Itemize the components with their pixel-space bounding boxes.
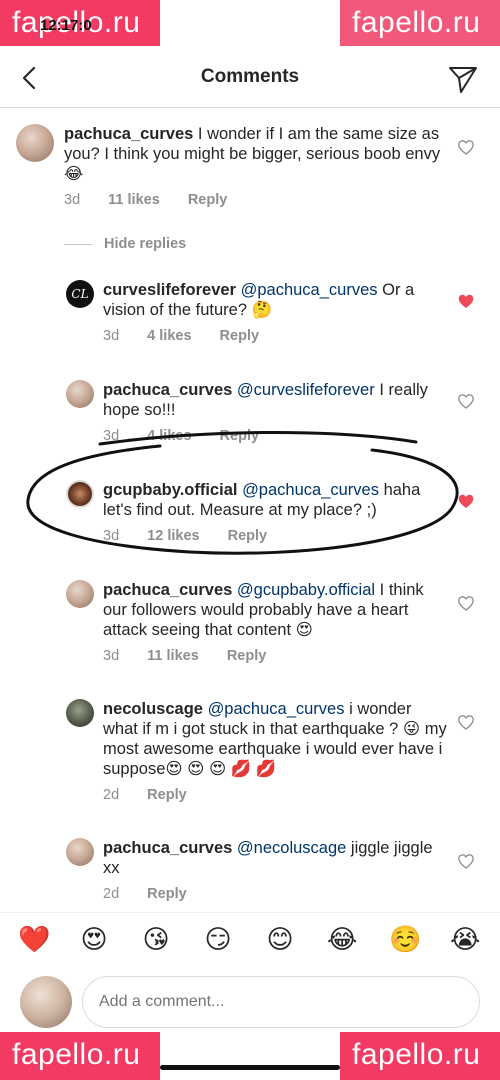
avatar[interactable]	[16, 124, 54, 162]
comment-age: 3d	[103, 528, 120, 544]
status-time: 12:17:0	[40, 17, 92, 34]
emoji-smile-button[interactable]: 😊	[265, 925, 295, 955]
avatar-text: CL	[71, 287, 89, 301]
comment-age: 3d	[103, 428, 120, 444]
reply-button[interactable]: Reply	[220, 328, 260, 344]
hide-replies-label: Hide replies	[104, 236, 187, 252]
emoji-relaxed-button[interactable]: ☺️	[389, 925, 421, 955]
comment-text: gcupbaby.official @pachuca_curves haha l…	[103, 480, 448, 520]
comment-text: necoluscage @pachuca_curves i wonder wha…	[103, 699, 448, 779]
comment-mention[interactable]: @pachuca_curves	[242, 481, 379, 499]
comment-text: curveslifeforever @pachuca_curves Or a v…	[103, 280, 448, 320]
comment-meta: 3d 11 likes Reply	[103, 648, 290, 664]
comment-text: pachuca_curves I wonder if I am the same…	[64, 124, 444, 184]
reply-button[interactable]: Reply	[188, 192, 228, 208]
comment-age: 2d	[103, 886, 120, 902]
comment-meta: 3d 11 likes Reply	[64, 192, 251, 208]
comment-meta: 3d 4 likes Reply	[103, 328, 283, 344]
comment-username[interactable]: pachuca_curves	[103, 839, 232, 857]
comment-age: 3d	[64, 192, 81, 208]
comment-text: pachuca_curves @curveslifeforever I real…	[103, 380, 448, 420]
share-button[interactable]	[446, 62, 480, 96]
comment-age: 3d	[103, 328, 120, 344]
comment-mention[interactable]: @gcupbaby.official	[237, 581, 375, 599]
comment-username[interactable]: pachuca_curves	[103, 581, 232, 599]
comment-composer	[0, 970, 500, 1036]
avatar[interactable]	[66, 580, 94, 608]
home-indicator[interactable]	[160, 1065, 340, 1070]
heart-filled-icon[interactable]	[458, 494, 474, 509]
reply-button[interactable]: Reply	[227, 648, 267, 664]
comment-meta: 3d 4 likes Reply	[103, 428, 283, 444]
avatar[interactable]: CL	[66, 280, 94, 308]
comment-age: 2d	[103, 787, 120, 803]
heart-outline-icon[interactable]	[458, 596, 474, 611]
heart-filled-icon[interactable]	[458, 294, 474, 309]
comment-likes[interactable]: 11 likes	[108, 192, 160, 208]
comment-age: 3d	[103, 648, 120, 664]
reply-button[interactable]: Reply	[220, 428, 260, 444]
heart-outline-icon[interactable]	[458, 854, 474, 869]
comment-likes[interactable]: 4 likes	[147, 328, 191, 344]
comment-text: pachuca_curves @necoluscage jiggle jiggl…	[103, 838, 448, 878]
comment-text: pachuca_curves @gcupbaby.official I thin…	[103, 580, 448, 640]
heart-outline-icon[interactable]	[458, 394, 474, 409]
comment-meta: 2d Reply	[103, 886, 211, 902]
reply-button[interactable]: Reply	[147, 886, 187, 902]
comment-username[interactable]: pachuca_curves	[64, 125, 193, 143]
comment-likes[interactable]: 4 likes	[147, 428, 191, 444]
heart-outline-icon[interactable]	[458, 140, 474, 155]
comment-username[interactable]: gcupbaby.official	[103, 481, 237, 499]
emoji-quick-bar: ❤️ 😍 😘 😏 😊 😂 ☺️ 😭	[0, 912, 500, 968]
avatar[interactable]	[66, 380, 94, 408]
comment-mention[interactable]: @pachuca_curves	[241, 281, 378, 299]
avatar	[20, 976, 72, 1028]
comment-likes[interactable]: 12 likes	[147, 528, 199, 544]
avatar[interactable]	[66, 699, 94, 727]
reply-button[interactable]: Reply	[228, 528, 268, 544]
comment-mention[interactable]: @curveslifeforever	[237, 381, 375, 399]
comment-likes[interactable]: 11 likes	[147, 648, 199, 664]
emoji-kiss-button[interactable]: 😘	[141, 925, 171, 955]
paper-plane-icon	[449, 67, 477, 93]
emoji-smirk-button[interactable]: 😏	[203, 925, 233, 955]
comment-meta: 3d 12 likes Reply	[103, 528, 291, 544]
comment-username[interactable]: necoluscage	[103, 700, 203, 718]
comment-input[interactable]	[82, 976, 480, 1028]
comment-username[interactable]: curveslifeforever	[103, 281, 236, 299]
avatar[interactable]	[66, 838, 94, 866]
watermark: fapello.ru	[340, 0, 500, 46]
page-title: Comments	[200, 66, 300, 87]
comment-mention[interactable]: @pachuca_curves	[208, 700, 345, 718]
comments-header: Comments	[0, 48, 500, 108]
comment-mention[interactable]: @necoluscage	[237, 839, 346, 857]
emoji-heart-eyes-button[interactable]: 😍	[79, 925, 109, 955]
emoji-crying-button[interactable]: 😭	[450, 925, 480, 955]
emoji-tears-of-joy-button[interactable]: 😂	[327, 925, 357, 955]
watermark: fapello.ru	[0, 1032, 160, 1080]
hide-replies-button[interactable]: Hide replies	[64, 236, 186, 252]
emoji-red-heart-button[interactable]: ❤️	[18, 925, 50, 955]
reply-button[interactable]: Reply	[147, 787, 187, 803]
avatar[interactable]	[66, 480, 94, 508]
comment-username[interactable]: pachuca_curves	[103, 381, 232, 399]
watermark: fapello.ru	[340, 1032, 500, 1080]
divider	[64, 243, 92, 245]
comment-meta: 2d Reply	[103, 787, 211, 803]
heart-outline-icon[interactable]	[458, 715, 474, 730]
